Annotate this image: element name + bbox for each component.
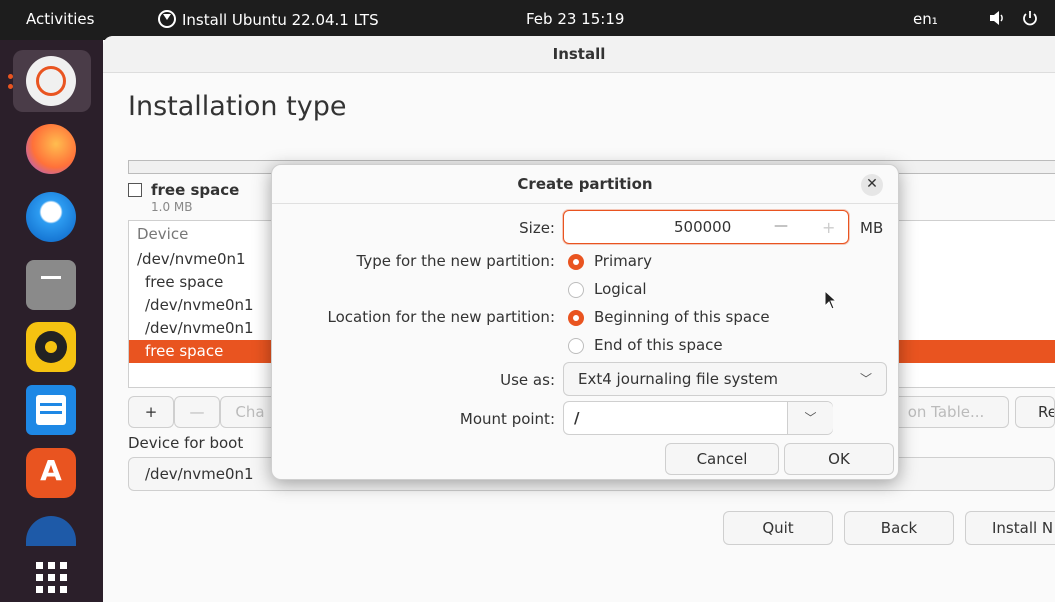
help-icon[interactable] bbox=[26, 516, 76, 546]
size-input[interactable]: 500000 bbox=[674, 218, 731, 236]
radio-end[interactable] bbox=[568, 338, 584, 354]
ubuntu-installer-icon[interactable] bbox=[26, 56, 76, 106]
quit-button[interactable]: Quit bbox=[723, 511, 833, 545]
size-spinner[interactable]: 500000 — + bbox=[563, 210, 849, 244]
boot-loader-label: Device for boot bbox=[128, 434, 244, 452]
increment-button[interactable]: + bbox=[822, 218, 835, 237]
install-now-button[interactable]: Install N bbox=[965, 511, 1055, 545]
type-label: Type for the new partition: bbox=[356, 252, 556, 270]
partition-legend-size: 1.0 MB bbox=[151, 200, 193, 214]
partition-legend-label: free space bbox=[151, 181, 240, 199]
add-partition-button[interactable]: + bbox=[128, 396, 174, 428]
ok-button[interactable]: OK bbox=[784, 443, 894, 475]
mount-point-dropdown-button[interactable]: ﹀ bbox=[787, 402, 833, 434]
revert-button[interactable]: Re bbox=[1015, 396, 1055, 428]
radio-primary-label[interactable]: Primary bbox=[594, 252, 652, 270]
close-icon[interactable]: ✕ bbox=[861, 174, 883, 196]
power-icon[interactable] bbox=[1021, 9, 1039, 31]
location-label: Location for the new partition: bbox=[327, 308, 555, 326]
remove-partition-button[interactable]: — bbox=[174, 396, 220, 428]
radio-beginning-label[interactable]: Beginning of this space bbox=[594, 308, 770, 326]
window-title: Install bbox=[103, 36, 1055, 73]
libreoffice-writer-icon[interactable] bbox=[26, 385, 76, 435]
activities-button[interactable]: Activities bbox=[26, 10, 94, 28]
size-label: Size: bbox=[519, 219, 555, 237]
radio-primary[interactable] bbox=[568, 254, 584, 270]
app-title: Install Ubuntu 22.04.1 LTS bbox=[182, 11, 379, 29]
chevron-down-icon: ﹀ bbox=[804, 411, 817, 425]
mount-point-input[interactable]: / bbox=[574, 409, 579, 427]
chevron-down-icon: ﹀ bbox=[859, 372, 872, 386]
mount-point-combo[interactable]: / ﹀ bbox=[563, 401, 833, 435]
files-icon[interactable] bbox=[26, 260, 76, 310]
partition-legend-swatch bbox=[128, 183, 142, 197]
rhythmbox-icon[interactable] bbox=[26, 322, 76, 372]
mount-point-label: Mount point: bbox=[459, 410, 555, 428]
radio-logical[interactable] bbox=[568, 282, 584, 298]
use-as-select[interactable]: Ext4 journaling file system ﹀ bbox=[563, 362, 887, 396]
show-applications-icon[interactable] bbox=[26, 552, 76, 602]
top-bar: Activities Install Ubuntu 22.04.1 LTS Fe… bbox=[0, 0, 1055, 40]
create-partition-dialog: Create partition ✕ Size: Type for the ne… bbox=[271, 164, 899, 480]
radio-beginning[interactable] bbox=[568, 310, 584, 326]
back-button[interactable]: Back bbox=[844, 511, 954, 545]
page-title: Installation type bbox=[128, 91, 347, 122]
ubuntu-software-icon[interactable]: A bbox=[26, 448, 76, 498]
mouse-pointer-icon bbox=[824, 289, 838, 314]
thunderbird-icon[interactable] bbox=[26, 192, 76, 242]
cancel-button[interactable]: Cancel bbox=[665, 443, 779, 475]
input-method-indicator[interactable]: en₁ bbox=[913, 10, 938, 28]
app-menu[interactable]: Install Ubuntu 22.04.1 LTS bbox=[158, 10, 379, 29]
download-icon bbox=[158, 10, 176, 28]
decrement-button[interactable]: — bbox=[774, 218, 788, 234]
volume-icon[interactable] bbox=[988, 9, 1006, 31]
clock[interactable]: Feb 23 15:19 bbox=[526, 10, 624, 28]
radio-end-label[interactable]: End of this space bbox=[594, 336, 723, 354]
new-partition-table-button[interactable]: on Table... bbox=[883, 396, 1009, 428]
use-as-value: Ext4 journaling file system bbox=[578, 370, 778, 388]
dock: A bbox=[0, 40, 103, 602]
radio-logical-label[interactable]: Logical bbox=[594, 280, 647, 298]
size-unit: MB bbox=[860, 219, 884, 237]
firefox-icon[interactable] bbox=[26, 124, 76, 174]
use-as-label: Use as: bbox=[500, 371, 555, 389]
